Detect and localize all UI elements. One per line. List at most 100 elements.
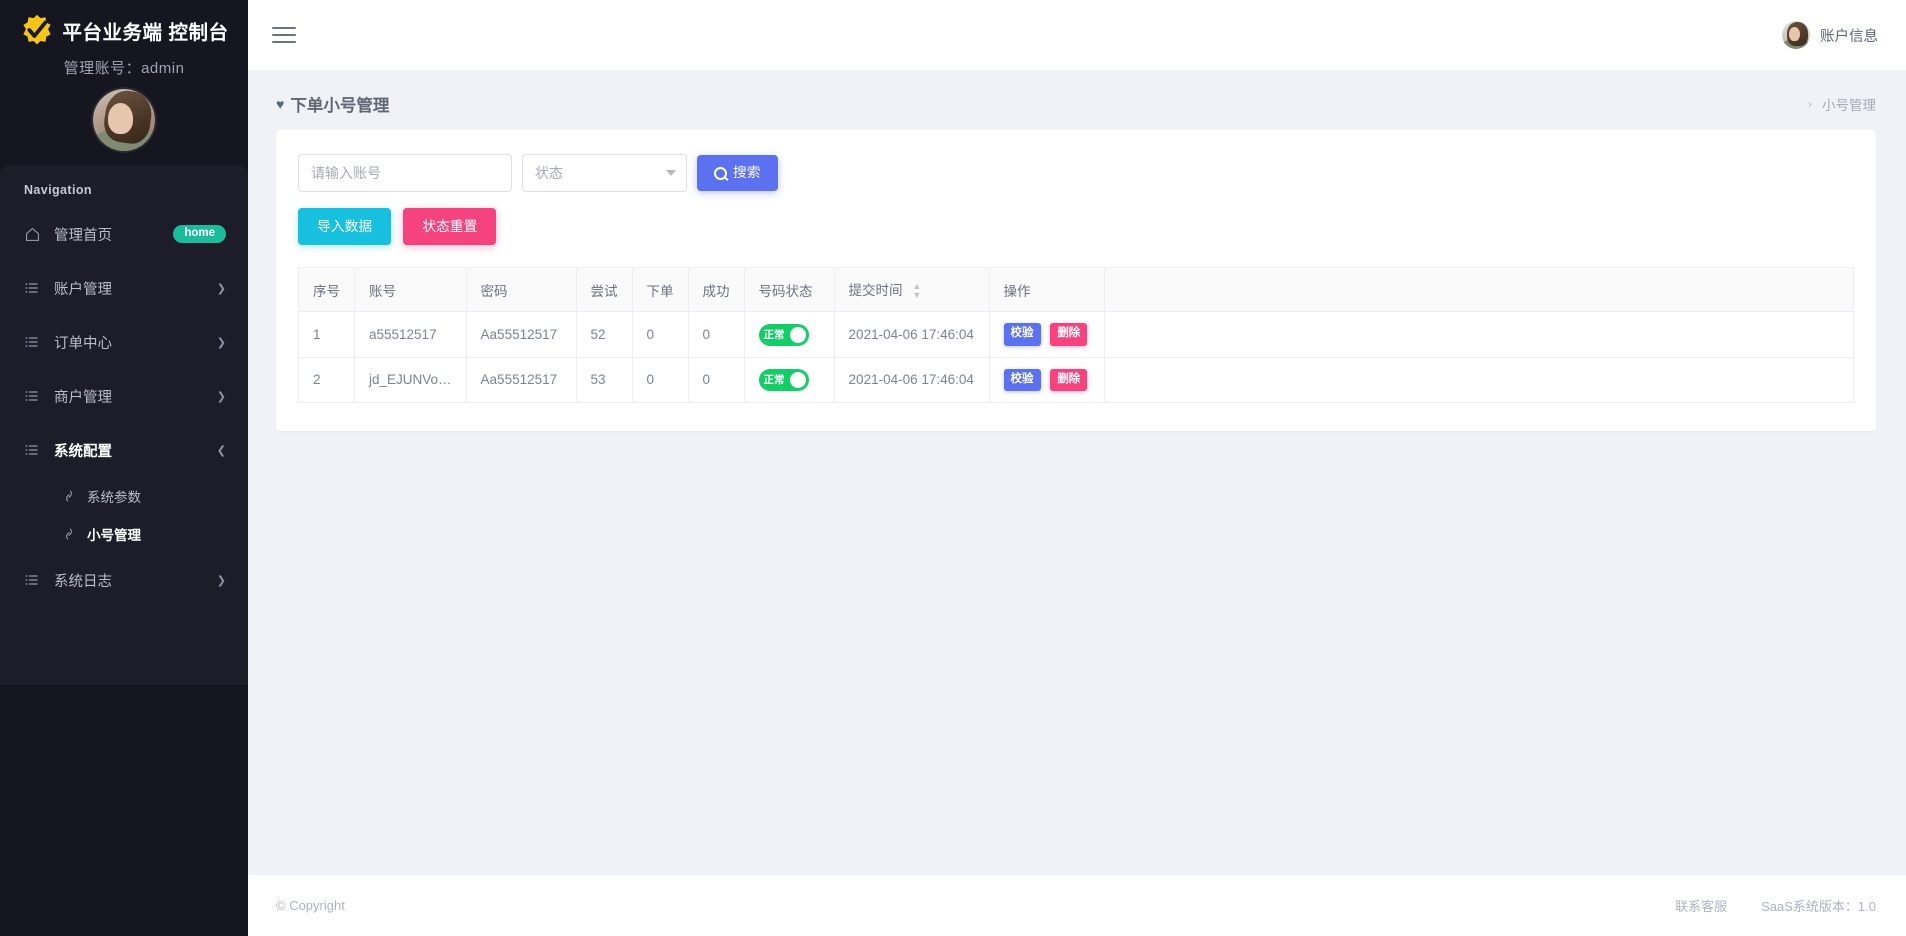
cell-status: 正常 — [744, 312, 834, 357]
sidebar-item-merchant-management[interactable]: 商户管理 ❯ — [0, 369, 248, 423]
footer: © Copyright 联系客服 SaaS系统版本：1.0 — [248, 874, 1906, 936]
col-operations: 操作 — [989, 268, 1104, 312]
breadcrumb-current: 小号管理 — [1822, 94, 1876, 114]
brand[interactable]: 平台业务端 控制台 — [0, 0, 248, 53]
sidebar-item-home[interactable]: 管理首页 home — [0, 207, 248, 261]
table-body: 1 a55512517 Aa55512517 52 0 0 正常 2021-0 — [299, 312, 1854, 402]
content-card: 状态 搜索 导入数据 状态重置 序号 — [276, 130, 1876, 431]
status-toggle-label: 正常 — [764, 327, 785, 342]
sidebar-nav: Navigation 管理首页 home 账户管理 ❯ — [0, 165, 248, 685]
status-toggle[interactable]: 正常 — [759, 324, 809, 346]
home-badge: home — [173, 225, 226, 244]
status-select[interactable]: 状态 — [522, 154, 687, 192]
delete-button[interactable]: 删除 — [1050, 323, 1087, 345]
cell-operations: 校验 删除 — [989, 357, 1104, 402]
cell-time: 2021-04-06 17:46:04 — [834, 312, 989, 357]
home-icon — [24, 226, 46, 243]
link-icon — [62, 489, 80, 503]
toggle-knob — [790, 372, 806, 388]
sidebar: 平台业务端 控制台 管理账号：admin Navigation 管理首页 hom… — [0, 0, 248, 936]
cell-tries: 53 — [576, 357, 632, 402]
sidebar-subitem-label: 系统参数 — [87, 486, 141, 506]
contact-support-link[interactable]: 联系客服 — [1675, 896, 1727, 915]
cell-status: 正常 — [744, 357, 834, 402]
sidebar-subitem-label: 小号管理 — [87, 524, 141, 544]
import-data-button[interactable]: 导入数据 — [298, 208, 391, 245]
chevron-right-icon: ❯ — [217, 574, 226, 587]
chevron-right-icon: ❯ — [217, 336, 226, 349]
content-spacer — [248, 431, 1906, 874]
list-icon — [24, 280, 46, 296]
col-tries: 尝试 — [576, 268, 632, 312]
col-orders: 下单 — [632, 268, 688, 312]
cell-index: 2 — [299, 357, 355, 402]
cell-operations: 校验 删除 — [989, 312, 1104, 357]
cell-password: Aa55512517 — [466, 312, 576, 357]
chevron-right-icon: ❯ — [217, 282, 226, 295]
breadcrumb: › 小号管理 — [1808, 94, 1876, 114]
sidebar-item-order-center[interactable]: 订单中心 ❯ — [0, 315, 248, 369]
footer-copyright: © Copyright — [276, 898, 345, 913]
avatar — [1782, 21, 1810, 49]
col-time[interactable]: 提交时间 ▲▼ — [834, 268, 989, 312]
sidebar-item-label: 系统日志 — [46, 570, 217, 591]
topbar: 账户信息 — [248, 0, 1906, 70]
hamburger-icon[interactable] — [272, 22, 296, 48]
verify-button[interactable]: 校验 — [1004, 323, 1041, 345]
sidebar-item-account-management[interactable]: 账户管理 ❯ — [0, 261, 248, 315]
list-icon — [24, 572, 46, 588]
sidebar-item-label: 商户管理 — [46, 386, 217, 407]
page-title: ♥ 下单小号管理 — [276, 92, 389, 116]
heart-icon: ♥ — [276, 96, 284, 112]
admin-account-label: 管理账号：admin — [0, 53, 248, 80]
page-header: ♥ 下单小号管理 › 小号管理 — [248, 70, 1906, 130]
sidebar-item-label: 管理首页 — [46, 224, 173, 245]
status-toggle[interactable]: 正常 — [759, 369, 809, 391]
cell-success: 0 — [688, 312, 744, 357]
cell-filler — [1104, 312, 1853, 357]
col-password: 密码 — [466, 268, 576, 312]
sidebar-item-label: 订单中心 — [46, 332, 217, 353]
cell-account: jd_EJUNVo… — [355, 357, 467, 402]
sidebar-item-label: 账户管理 — [46, 278, 217, 299]
sidebar-subitem-system-params[interactable]: 系统参数 — [0, 477, 248, 515]
cell-filler — [1104, 357, 1853, 402]
avatar — [93, 89, 155, 151]
cell-orders: 0 — [632, 357, 688, 402]
action-bar: 导入数据 状态重置 — [298, 208, 1854, 245]
sidebar-item-system-log[interactable]: 系统日志 ❯ — [0, 553, 248, 607]
cell-index: 1 — [299, 312, 355, 357]
cell-tries: 52 — [576, 312, 632, 357]
avatar-wrap — [0, 80, 248, 157]
search-button[interactable]: 搜索 — [697, 155, 778, 191]
sidebar-item-label: 系统配置 — [46, 440, 217, 461]
cell-orders: 0 — [632, 312, 688, 357]
search-button-label: 搜索 — [733, 166, 761, 180]
link-icon — [62, 527, 80, 541]
account-info-button[interactable]: 账户信息 — [1782, 21, 1878, 49]
sidebar-subitem-xiaohao-management[interactable]: 小号管理 — [0, 515, 248, 553]
breadcrumb-separator: › — [1808, 97, 1812, 111]
status-reset-button[interactable]: 状态重置 — [403, 208, 496, 245]
version-label: SaaS系统版本：1.0 — [1761, 896, 1876, 915]
toggle-knob — [790, 327, 806, 343]
delete-button[interactable]: 删除 — [1050, 369, 1087, 391]
table-head: 序号 账号 密码 尝试 下单 成功 号码状态 提交时间 ▲▼ 操作 — [299, 268, 1854, 312]
col-filler — [1104, 268, 1853, 312]
chevron-down-icon: ❮ — [217, 444, 226, 457]
cell-password: Aa55512517 — [466, 357, 576, 402]
cell-time: 2021-04-06 17:46:04 — [834, 357, 989, 402]
search-icon — [714, 167, 727, 180]
sort-arrows-icon[interactable]: ▲▼ — [912, 282, 921, 300]
table-row: 2 jd_EJUNVo… Aa55512517 53 0 0 正常 2021- — [299, 357, 1854, 402]
chevron-down-icon — [666, 170, 676, 176]
accounts-table: 序号 账号 密码 尝试 下单 成功 号码状态 提交时间 ▲▼ 操作 — [298, 267, 1854, 403]
verify-button[interactable]: 校验 — [1004, 369, 1041, 391]
account-search-input[interactable] — [298, 154, 512, 192]
col-account: 账号 — [355, 268, 467, 312]
app-root: 平台业务端 控制台 管理账号：admin Navigation 管理首页 hom… — [0, 0, 1906, 936]
page-title-text: 下单小号管理 — [290, 92, 389, 116]
sidebar-item-system-config[interactable]: 系统配置 ❮ — [0, 423, 248, 477]
list-icon — [24, 442, 46, 458]
nav-heading: Navigation — [0, 179, 248, 207]
